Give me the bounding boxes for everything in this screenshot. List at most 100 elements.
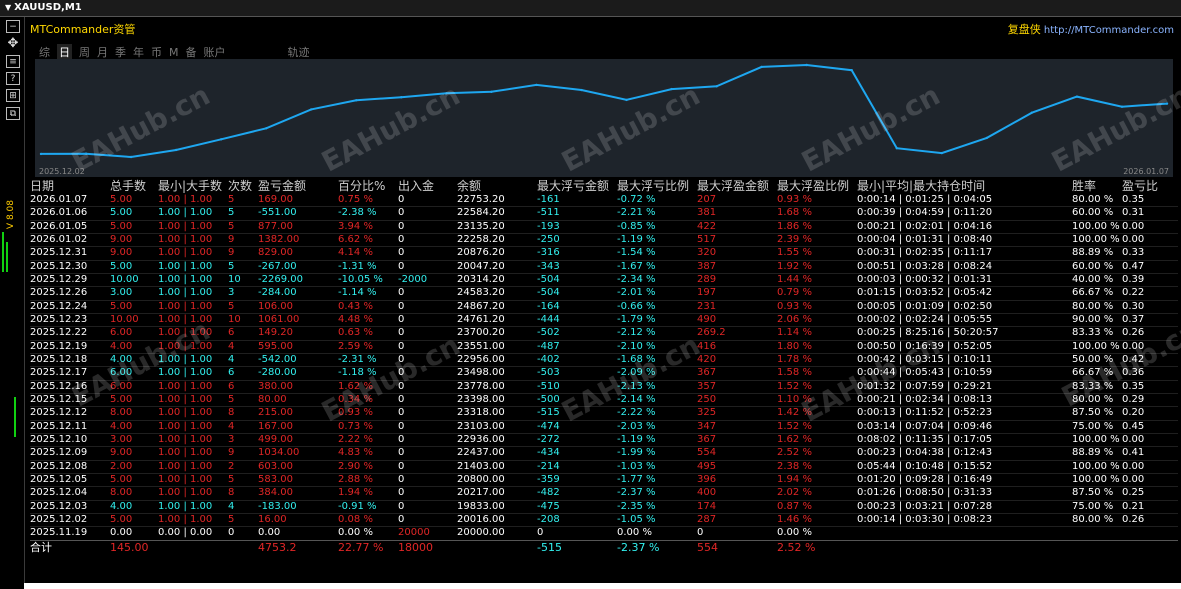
table-row[interactable]: 2025.12.24 5.00 1.00 | 1.00 5 106.00 0.43 % 0 2… xyxy=(30,300,1178,314)
table-cell: 5 xyxy=(228,260,235,272)
column-header[interactable]: 胜率 xyxy=(1072,177,1122,194)
table-row[interactable]: 2026.01.02 9.00 1.00 | 1.00 9 1382.00 6.62 % 0… xyxy=(30,233,1178,247)
column-header[interactable]: 盈亏金额 xyxy=(258,177,338,194)
tab-10[interactable]: 轨迹 xyxy=(288,44,310,60)
table-cell: -316 xyxy=(537,247,560,259)
table-cell: 2025.12.18 xyxy=(30,354,88,366)
table-cell: -1.03 % xyxy=(617,460,656,472)
column-header[interactable]: 总手数 xyxy=(110,177,158,194)
table-cell: -504 xyxy=(537,287,560,299)
table-cell: 1.00 | 1.00 xyxy=(158,220,213,232)
table-cell: 289 xyxy=(697,274,717,286)
table-cell: 231 xyxy=(697,300,717,312)
table-cell: 367 xyxy=(697,367,717,379)
table-cell: -502 xyxy=(537,327,560,339)
table-row[interactable]: 2025.12.04 8.00 1.00 | 1.00 8 384.00 1.94 % 0 2… xyxy=(30,487,1178,501)
table-row[interactable]: 2025.12.11 4.00 1.00 | 1.00 4 167.00 0.73 % 0 2… xyxy=(30,420,1178,434)
table-row[interactable]: 2025.12.17 6.00 1.00 | 1.00 6 -280.00 -1.18 %… xyxy=(30,367,1178,381)
table-cell: 22437.00 xyxy=(457,447,505,459)
panel-icon[interactable]: ≡ xyxy=(6,55,20,68)
column-header[interactable]: 余额 xyxy=(457,177,537,194)
table-row[interactable]: 2025.12.29 10.00 1.00 | 1.00 10 -2269.00 -10.… xyxy=(30,273,1178,287)
table-row[interactable]: 2025.12.31 9.00 1.00 | 1.00 9 829.00 4.14 % 0 2… xyxy=(30,247,1178,261)
table-cell: -1.31 % xyxy=(338,260,377,272)
tab-2[interactable]: 周 xyxy=(79,44,90,60)
table-cell: -402 xyxy=(537,354,560,366)
window-icon[interactable]: ⧉ xyxy=(6,107,20,120)
table-cell: 2.06 % xyxy=(777,314,812,326)
brand-right[interactable]: 复盘侠 http://MTCommander.com xyxy=(1008,21,1174,37)
tab-8[interactable]: 备 xyxy=(186,44,197,60)
table-row[interactable]: 2026.01.07 5.00 1.00 | 1.00 5 169.00 0.75 % 0 2… xyxy=(30,194,1178,207)
table-row[interactable]: 2025.12.08 2.00 1.00 | 1.00 2 603.00 2.90 % 0 2… xyxy=(30,460,1178,474)
table-row[interactable]: 2025.12.02 5.00 1.00 | 1.00 5 16.00 0.08 % 0 20… xyxy=(30,513,1178,527)
table-row[interactable]: 2025.12.26 3.00 1.00 | 1.00 3 -284.00 -1.14 %… xyxy=(30,287,1178,301)
tab-3[interactable]: 月 xyxy=(97,44,108,60)
tab-0[interactable]: 综 xyxy=(39,44,50,60)
table-cell: 1.00 | 1.00 xyxy=(158,407,213,419)
table-cell: -474 xyxy=(537,420,560,432)
table-row[interactable]: 2025.12.19 4.00 1.00 | 1.00 4 595.00 2.59 % 0 2… xyxy=(30,340,1178,354)
column-header[interactable]: 最大浮亏金额 xyxy=(537,177,617,194)
table-cell: -1.99 % xyxy=(617,447,656,459)
column-header[interactable]: 最小|大手数 xyxy=(158,177,228,194)
table-cell: 1.00 | 1.00 xyxy=(158,287,213,299)
tab-6[interactable]: 币 xyxy=(151,44,162,60)
table-cell: -193 xyxy=(537,220,560,232)
column-header[interactable]: 最大浮亏比例 xyxy=(617,177,697,194)
column-header[interactable]: 次数 xyxy=(228,177,258,194)
move-icon[interactable]: ✥ xyxy=(6,37,20,50)
equity-point xyxy=(84,152,88,155)
table-cell: 21403.00 xyxy=(457,460,505,472)
table-total-row: 合计 145.00 4753.2 22.77 % 18000 -515 -2.37 % 554… xyxy=(30,539,1178,556)
brand-cn: 复盘侠 xyxy=(1007,23,1041,36)
column-header[interactable]: 日期 xyxy=(30,177,110,194)
help-icon[interactable]: ? xyxy=(6,72,20,85)
table-row[interactable]: 2025.12.23 10.00 1.00 | 1.00 10 1061.00 4.48 … xyxy=(30,313,1178,327)
table-cell: 0 xyxy=(398,367,405,379)
table-row[interactable]: 2025.12.09 9.00 1.00 | 1.00 9 1034.00 4.83 % 0… xyxy=(30,447,1178,461)
tab-4[interactable]: 季 xyxy=(115,44,126,60)
table-row[interactable]: 2025.12.30 5.00 1.00 | 1.00 5 -267.00 -1.31 %… xyxy=(30,260,1178,274)
table-row[interactable]: 2025.11.19 0.00 0.00 | 0.00 0 0.00 0.00 % 2000… xyxy=(30,527,1178,541)
tab-5[interactable]: 年 xyxy=(133,44,144,60)
table-row[interactable]: 2026.01.05 5.00 1.00 | 1.00 5 877.00 3.94 % 0 2… xyxy=(30,220,1178,234)
table-row[interactable]: 2025.12.15 5.00 1.00 | 1.00 5 80.00 0.34 % 0 23… xyxy=(30,393,1178,407)
table-row[interactable]: 2025.12.10 3.00 1.00 | 1.00 3 499.00 2.22 % 0 2… xyxy=(30,433,1178,447)
table-cell: 0 xyxy=(398,340,405,352)
table-row[interactable]: 2025.12.05 5.00 1.00 | 1.00 5 583.00 2.88 % 0 2… xyxy=(30,473,1178,487)
table-cell: 0:00:14 | 0:03:30 | 0:08:23 xyxy=(857,514,993,526)
table-cell: 0.41 xyxy=(1122,447,1145,459)
table-cell: 100.00 % xyxy=(1072,474,1120,486)
column-header[interactable]: 百分比% xyxy=(338,177,398,194)
tab-7[interactable]: M xyxy=(169,46,179,59)
table-cell: 4 xyxy=(228,500,235,512)
app-name: MTCommander资管 xyxy=(30,23,136,36)
column-header[interactable]: 最大浮盈比例 xyxy=(777,177,857,194)
column-header[interactable]: 最小|平均|最大持仓时间 xyxy=(857,177,1072,194)
table-cell: 20000 xyxy=(398,527,430,539)
tab-1[interactable]: 日 xyxy=(57,44,72,60)
table-cell: 80.00 % xyxy=(1072,514,1114,526)
column-header[interactable]: 盈亏比 xyxy=(1122,177,1178,194)
window-menu-icon[interactable]: ▼ xyxy=(5,0,11,16)
table-cell: 10 xyxy=(228,314,241,326)
table-cell: 2025.12.08 xyxy=(30,460,88,472)
table-row[interactable]: 2025.12.12 8.00 1.00 | 1.00 8 215.00 0.93 % 0 2… xyxy=(30,407,1178,421)
table-row[interactable]: 2025.12.22 6.00 1.00 | 1.00 6 149.20 0.63 % 0 2… xyxy=(30,327,1178,341)
column-header[interactable]: 出入金 xyxy=(398,177,457,194)
minimize-icon[interactable]: − xyxy=(6,20,20,33)
equity-point xyxy=(715,85,718,88)
table-cell: 0.00 xyxy=(258,527,281,539)
table-cell: 50.00 % xyxy=(1072,354,1114,366)
table-row[interactable]: 2025.12.16 6.00 1.00 | 1.00 6 380.00 1.62 % 0 2… xyxy=(30,380,1178,394)
grid-icon[interactable]: ⊞ xyxy=(6,89,20,102)
table-row[interactable]: 2026.01.06 5.00 1.00 | 1.00 5 -551.00 -2.38 %… xyxy=(30,207,1178,221)
column-header[interactable]: 最大浮盈金额 xyxy=(697,177,777,194)
table-cell: 1.00 | 1.00 xyxy=(158,194,213,206)
table-cell: 0.00 xyxy=(1122,340,1145,352)
table-row[interactable]: 2025.12.03 4.00 1.00 | 1.00 4 -183.00 -0.91 %… xyxy=(30,500,1178,514)
tab-9[interactable]: 账户 xyxy=(204,44,226,60)
table-row[interactable]: 2025.12.18 4.00 1.00 | 1.00 4 -542.00 -2.31 %… xyxy=(30,353,1178,367)
equity-point xyxy=(129,155,133,159)
